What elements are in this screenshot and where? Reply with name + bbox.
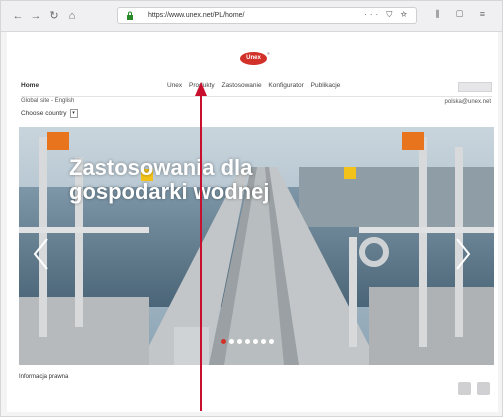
divider bbox=[21, 96, 492, 97]
slider-dots bbox=[221, 331, 277, 349]
global-site-link[interactable]: Global site - English bbox=[21, 98, 74, 104]
menu-item-publikacje[interactable]: Publikacje bbox=[311, 82, 341, 89]
slider-dot[interactable] bbox=[237, 339, 242, 344]
slider-dot[interactable] bbox=[253, 339, 258, 344]
slider-dot[interactable] bbox=[269, 339, 274, 344]
menu-item-konfigurator[interactable]: Konfigurator bbox=[268, 82, 303, 89]
forward-icon[interactable]: → bbox=[29, 9, 43, 23]
reload-icon[interactable]: ↻ bbox=[47, 9, 61, 23]
logo-text: Unex bbox=[246, 55, 261, 61]
back-icon[interactable]: ← bbox=[11, 9, 25, 23]
search-input[interactable] bbox=[458, 82, 492, 92]
home-icon[interactable]: ⌂ bbox=[65, 9, 79, 23]
chevron-right-icon[interactable] bbox=[455, 237, 471, 271]
slider-dot[interactable] bbox=[221, 339, 226, 344]
lock-icon bbox=[127, 11, 133, 20]
annotation-arrow-icon bbox=[195, 82, 207, 96]
slider-dot[interactable] bbox=[229, 339, 234, 344]
hero-title-line1: Zastosowania dla bbox=[69, 155, 253, 180]
hero-title: Zastosowania dla gospodarki wodnej bbox=[69, 156, 269, 204]
annotation-line bbox=[200, 95, 202, 411]
hero-title-line2: gospodarki wodnej bbox=[69, 179, 270, 204]
browser-window: ← → ↻ ⌂ https://www.unex.net/PL/home/ ··… bbox=[0, 0, 503, 417]
youtube-icon[interactable] bbox=[477, 382, 490, 395]
menu-home[interactable]: Home bbox=[21, 82, 39, 89]
browser-toolbar: ← → ↻ ⌂ https://www.unex.net/PL/home/ ··… bbox=[1, 1, 502, 32]
menu-item-unex[interactable]: Unex bbox=[167, 82, 182, 89]
country-select[interactable]: Choose country ▾ bbox=[21, 109, 78, 118]
email-link[interactable]: polska@unex.net bbox=[445, 99, 491, 105]
menu-item-zastosowanie[interactable]: Zastosowanie bbox=[221, 82, 261, 89]
library-icon[interactable]: ⫼ ▢ ≡ bbox=[435, 9, 492, 20]
page-actions-icon[interactable]: ··· ⛉ ☆ bbox=[364, 10, 410, 20]
unex-logo[interactable]: Unex ® bbox=[240, 51, 270, 65]
slider-dot[interactable] bbox=[245, 339, 250, 344]
main-menu: Home Unex Produkty Zastosowanie Konfigur… bbox=[7, 80, 498, 94]
chevron-down-icon[interactable]: ▾ bbox=[69, 109, 78, 118]
registered-mark: ® bbox=[267, 51, 270, 56]
instagram-icon[interactable] bbox=[458, 382, 471, 395]
chevron-left-icon[interactable] bbox=[33, 237, 49, 271]
web-page: Unex ® Home Unex Produkty Zastosowanie K… bbox=[7, 32, 498, 412]
country-select-label: Choose country bbox=[21, 110, 67, 118]
menu-items: Unex Produkty Zastosowanie Konfigurator … bbox=[167, 82, 345, 89]
url-bar[interactable]: https://www.unex.net/PL/home/ ··· ⛉ ☆ bbox=[117, 7, 417, 24]
hero-slider[interactable]: Zastosowania dla gospodarki wodnej bbox=[19, 127, 494, 365]
url-text: https://www.unex.net/PL/home/ bbox=[148, 12, 245, 19]
slider-dot[interactable] bbox=[261, 339, 266, 344]
legal-link[interactable]: Informacja prawna bbox=[19, 374, 68, 380]
